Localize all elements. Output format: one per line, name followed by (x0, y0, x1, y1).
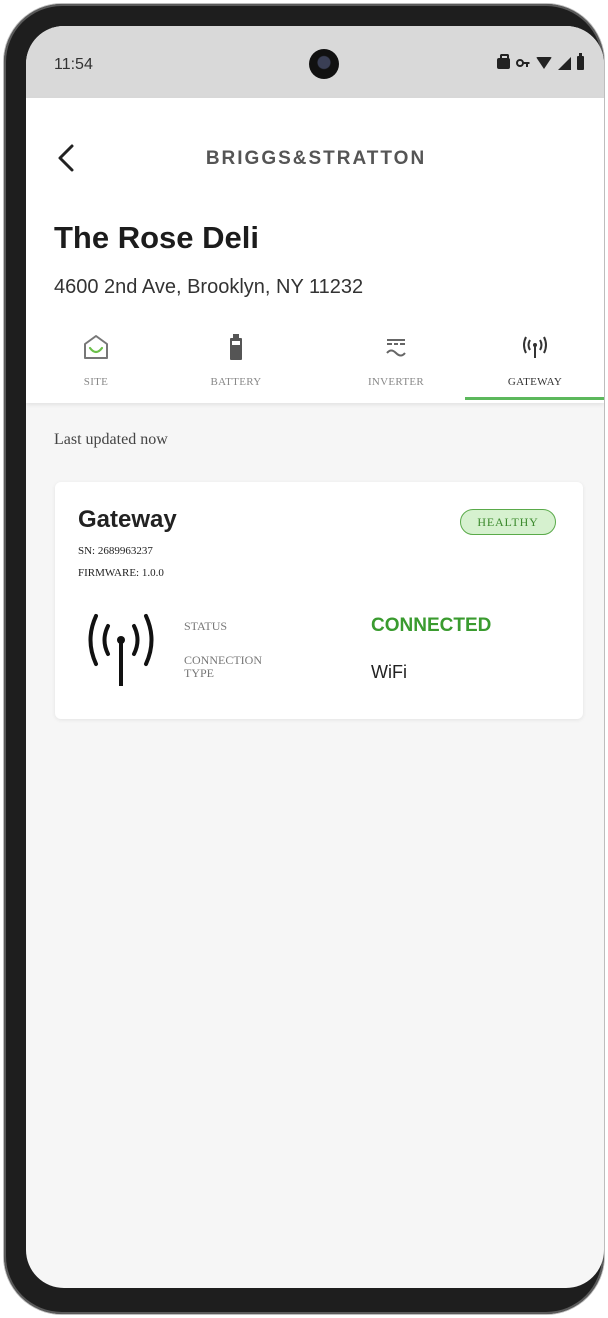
brand-logo: BRIGGS&STRATTON (205, 148, 427, 169)
tab-inverter[interactable]: INVERTER (326, 328, 466, 403)
vpn-key-icon (516, 59, 530, 67)
status-label: STATUS (184, 619, 228, 633)
connection-type-value: WiFi (371, 662, 407, 682)
back-arrow-icon[interactable] (54, 140, 80, 176)
inverter-icon (386, 339, 406, 357)
battery-status-icon (577, 53, 584, 70)
connection-type-label: CONNECTION TYPE (184, 653, 262, 680)
firmware-version: FIRMWARE: 1.0.0 (78, 567, 164, 579)
status-time: 11:54 (54, 56, 93, 73)
cell-signal-icon (558, 56, 571, 70)
tab-label: BATTERY (210, 376, 262, 388)
tab-label: SITE (83, 376, 109, 388)
front-camera (309, 49, 339, 79)
wifi-icon (536, 57, 552, 69)
antenna-icon (523, 336, 547, 358)
tab-label: INVERTER (367, 376, 425, 388)
site-address: 4600 2nd Ave, Brooklyn, NY 11232 (54, 276, 364, 298)
device-tabs: SITE BATTERY INVERTER GATEWAY (26, 328, 604, 403)
tab-label: GATEWAY (507, 376, 563, 388)
phone-frame: 11:54 BRIGGS&STRATTON The Rose Deli 4600 (4, 4, 604, 1314)
serial-number: SN: 2689963237 (78, 545, 153, 557)
home-icon (84, 335, 108, 359)
site-name: The Rose Deli (54, 220, 259, 255)
last-updated-text: Last updated now (54, 431, 168, 448)
status-value: CONNECTED (371, 615, 492, 636)
card-title: Gateway (78, 506, 177, 533)
health-status-badge: HEALTHY (460, 509, 556, 535)
active-tab-indicator (465, 397, 604, 400)
app-screen: 11:54 BRIGGS&STRATTON The Rose Deli 4600 (26, 26, 604, 1288)
tab-site[interactable]: SITE (26, 328, 166, 403)
status-bar: 11:54 (26, 26, 604, 98)
battery-icon (230, 334, 242, 360)
tab-battery[interactable]: BATTERY (166, 328, 306, 403)
site-header: BRIGGS&STRATTON The Rose Deli 4600 2nd A… (26, 98, 604, 403)
briefcase-icon (497, 53, 510, 69)
status-icons (497, 53, 584, 70)
tab-gateway[interactable]: GATEWAY (465, 328, 604, 403)
gateway-antenna-icon (88, 614, 154, 686)
gateway-card: Gateway HEALTHY SN: 2689963237 FIRMWARE:… (55, 482, 583, 719)
